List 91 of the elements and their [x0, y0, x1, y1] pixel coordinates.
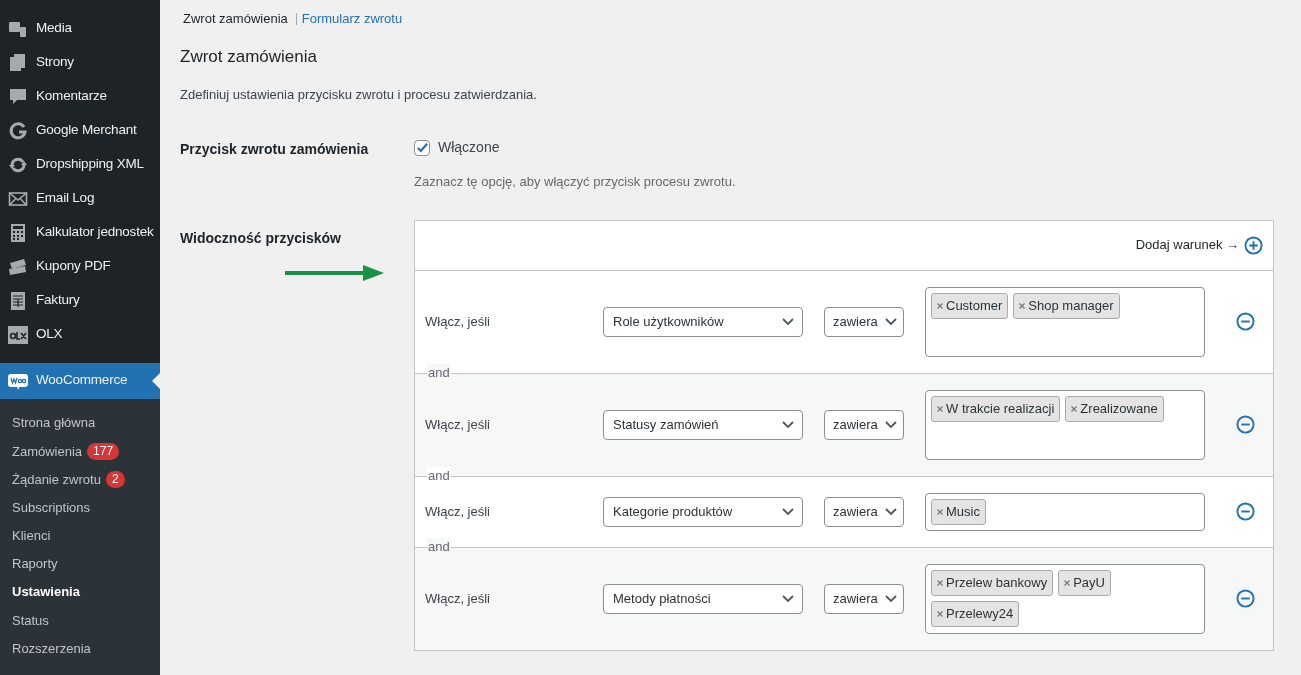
operator-select[interactable]: zawiera — [824, 306, 904, 337]
tags-field[interactable]: Music — [925, 492, 1205, 531]
field-label: Widoczność przycisków — [180, 228, 342, 248]
sidebar-item[interactable]: OLX — [0, 318, 160, 352]
submenu-item[interactable]: Ustawienia — [12, 582, 80, 602]
minus-circle-icon[interactable] — [1236, 415, 1255, 434]
tags-field[interactable]: W trakcie realizacji Zrealizowane — [925, 389, 1205, 460]
chevron-down-icon — [885, 594, 897, 603]
tickets-icon — [8, 257, 28, 277]
sidebar-item[interactable]: WooCommerce — [0, 363, 160, 399]
chevron-down-icon — [885, 317, 897, 326]
tag-chip: Shop manager — [1013, 292, 1120, 319]
sidebar-item[interactable]: Kalkulator jednostek — [0, 216, 160, 250]
condition-label: Włącz, jeśli — [425, 415, 491, 434]
sidebar-item[interactable]: Media — [0, 12, 160, 46]
envelope-icon — [8, 189, 28, 209]
checkbox[interactable] — [414, 139, 430, 156]
remove-icon[interactable] — [1071, 405, 1078, 412]
tag-chip: Przelew bankowy — [931, 569, 1054, 596]
media-icon — [8, 19, 28, 39]
plus-circle-icon[interactable] — [1244, 235, 1263, 255]
submenu-item[interactable]: Żądanie zwrotu — [12, 469, 101, 490]
subnav-link[interactable]: Zwrot zamówienia — [180, 8, 291, 29]
remove-icon[interactable] — [1019, 302, 1026, 309]
remove-icon[interactable] — [1064, 579, 1071, 586]
description: Zdefiniuj ustawienia przycisku zwrotu i procesu zatwierdzania. — [180, 85, 538, 104]
chevron-down-icon — [782, 507, 794, 516]
speech-bubble-icon — [8, 87, 28, 107]
tags-field[interactable]: Customer Shop manager — [925, 286, 1205, 357]
hint-text: Zaznacz tę opcję, aby włączyć przycisk procesu zwrotu. — [414, 173, 736, 191]
remove-icon[interactable] — [937, 579, 943, 586]
minus-circle-icon[interactable] — [1236, 502, 1255, 521]
document-icon — [8, 291, 28, 311]
field-label: Przycisk zwrotu zamówienia — [180, 140, 370, 159]
sidebar-item[interactable]: Strony — [0, 46, 160, 80]
chevron-down-icon — [885, 420, 897, 429]
submenu-item[interactable]: Status — [12, 610, 49, 631]
count-badge: 2 — [105, 470, 125, 488]
olx-icon — [8, 325, 28, 345]
field-select[interactable]: Metody płatności — [603, 583, 803, 614]
subnav-link[interactable]: Formularz zwrotu — [301, 8, 403, 29]
sidebar-item[interactable]: Email Log — [0, 182, 160, 216]
g-letter-icon — [8, 121, 28, 141]
submenu-item[interactable]: Raporty — [12, 554, 58, 574]
chevron-down-icon — [782, 420, 794, 429]
remove-icon[interactable] — [937, 405, 943, 412]
tag-chip: PayU — [1058, 569, 1111, 596]
minus-circle-icon[interactable] — [1236, 589, 1255, 608]
submenu-item[interactable]: Strona główna — [12, 413, 96, 433]
submenu-item[interactable]: Zamówienia — [12, 441, 83, 462]
page-heading: Zwrot zamówienia — [180, 46, 318, 68]
pages-icon — [8, 53, 28, 73]
woo-icon — [8, 371, 28, 391]
tag-chip: Zrealizowane — [1065, 395, 1164, 422]
sync-icon — [8, 155, 28, 175]
minus-circle-icon[interactable] — [1236, 312, 1255, 331]
field-select[interactable]: Role użytkowników — [603, 306, 803, 337]
remove-icon[interactable] — [937, 508, 943, 515]
submenu-item[interactable]: Klienci — [12, 526, 51, 546]
chevron-down-icon — [782, 594, 794, 603]
submenu-item[interactable]: Rozszerzenia — [12, 638, 91, 659]
tag-chip: Customer — [931, 292, 1009, 319]
field-select[interactable]: Statusy zamówień — [603, 409, 803, 440]
menu-pointer-icon — [152, 373, 160, 389]
tags-field[interactable]: Przelew bankowy PayU Przelewy24 — [925, 563, 1205, 634]
operator-select[interactable]: zawiera — [824, 409, 904, 440]
sidebar-item[interactable]: Dropshipping XML — [0, 148, 160, 182]
checkbox-label: Włączone — [438, 138, 500, 157]
chevron-down-icon — [782, 317, 794, 326]
sidebar-item[interactable]: Komentarze — [0, 80, 160, 114]
tag-chip: Przelewy24 — [931, 600, 1020, 627]
submenu-item[interactable]: Subscriptions — [12, 497, 91, 518]
condition-label: Włącz, jeśli — [425, 502, 491, 521]
chevron-down-icon — [885, 507, 897, 516]
count-badge: 177 — [87, 442, 120, 460]
calculator-icon — [8, 223, 28, 243]
sidebar-item[interactable]: Kupony PDF — [0, 250, 160, 284]
sidebar-item[interactable]: Google Merchant — [0, 114, 160, 148]
operator-select[interactable]: zawiera — [824, 496, 904, 527]
tag-chip: Music — [931, 498, 986, 525]
remove-icon[interactable] — [937, 610, 943, 617]
operator-select[interactable]: zawiera — [824, 583, 904, 614]
arrow-icon — [285, 264, 384, 281]
field-select[interactable]: Kategorie produktów — [603, 496, 803, 527]
remove-icon[interactable] — [937, 302, 943, 309]
tag-chip: W trakcie realizacji — [931, 395, 1061, 422]
sidebar-item[interactable]: Faktury — [0, 284, 160, 318]
separator — [295, 12, 297, 25]
condition-label: Włącz, jeśli — [425, 589, 491, 608]
condition-label: Włącz, jeśli — [425, 312, 491, 331]
add-condition-link[interactable]: Dodaj warunek → — [1135, 235, 1239, 255]
